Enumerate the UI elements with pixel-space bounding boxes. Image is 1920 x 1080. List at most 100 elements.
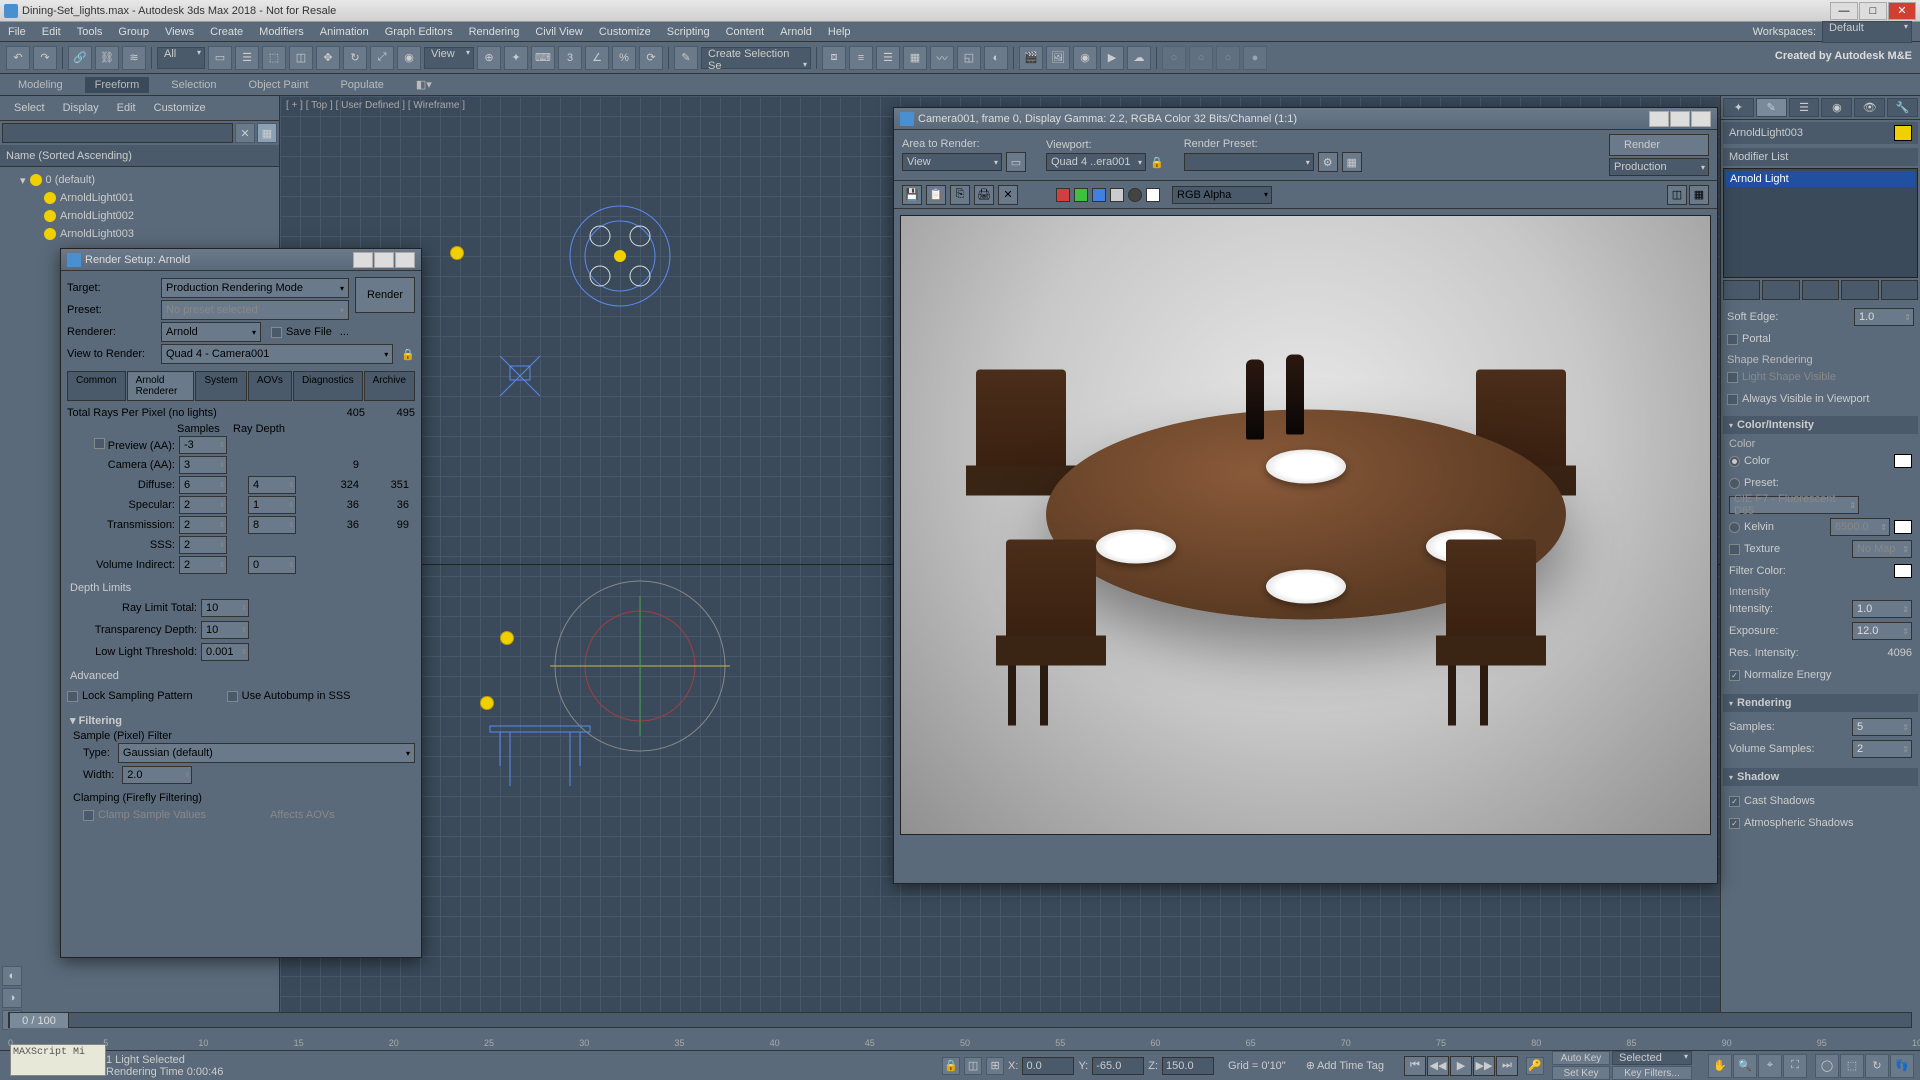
scene-tab-edit[interactable]: Edit [113,100,140,116]
diffuse-spinner[interactable]: 6 [179,476,227,494]
rendsetup-min[interactable]: — [353,252,373,268]
camera-spinner[interactable]: 3 [179,456,227,474]
clamp-check[interactable] [83,810,94,821]
light-gizmo[interactable] [500,631,514,645]
pin-stack[interactable] [1723,280,1760,300]
rpreset-ico2[interactable]: ▦ [1342,152,1362,172]
diffuse-depth[interactable]: 4 [248,476,296,494]
schematic-view[interactable]: ◱ [957,46,981,70]
tab-arnold[interactable]: Arnold Renderer [127,371,195,401]
chan-mono[interactable] [1128,188,1142,202]
goto-end[interactable]: ⏭ [1496,1056,1518,1076]
percent-snap[interactable]: % [612,46,636,70]
toggle-overlay-icon[interactable]: ▦ [1689,185,1709,205]
print-icon[interactable]: 🖨 [974,185,994,205]
select-object[interactable]: ▭ [208,46,232,70]
scene-ico-1[interactable]: ◐ [2,966,22,986]
activeshade[interactable]: ◉ [1073,46,1097,70]
ax-z[interactable]: ○ [1216,46,1240,70]
keyboard-button[interactable]: ⌨ [531,46,555,70]
bind-button[interactable]: ≋ [122,46,146,70]
kelvin-radio[interactable] [1729,522,1740,533]
savefile-check[interactable] [271,327,282,338]
nav-zoom[interactable]: 🔍 [1733,1054,1757,1078]
rotate-button[interactable]: ↻ [343,46,367,70]
redo-button[interactable]: ↷ [33,46,57,70]
tab-archive[interactable]: Archive [364,371,415,401]
rendsetup-titlebar[interactable]: Render Setup: Arnold — □ ✕ [61,249,421,271]
rollout-colorintensity[interactable]: Color/Intensity [1723,416,1918,434]
next-frame[interactable]: ▶▶ [1473,1056,1495,1076]
cmd-create[interactable]: ✦ [1723,98,1754,117]
light-gizmo[interactable] [480,696,494,710]
prev-frame[interactable]: ◀◀ [1427,1056,1449,1076]
renderwin-max[interactable]: □ [1670,111,1690,127]
atmosshadows-check[interactable] [1729,818,1740,829]
window-close[interactable]: ✕ [1888,2,1916,20]
spinner-snap[interactable]: ⟳ [639,46,663,70]
vp-top-label[interactable]: [ + ] [ Top ] [ User Defined ] [ Wirefra… [286,100,465,111]
chan-a[interactable] [1110,188,1124,202]
menu-group[interactable]: Group [118,26,149,38]
lightshape-check[interactable] [1727,372,1738,383]
samples-spinner[interactable]: 5 [1852,718,1912,736]
castshadows-check[interactable] [1729,796,1740,807]
cmd-modify[interactable]: ✎ [1756,98,1787,117]
ribbon-expand-icon[interactable]: ◧▾ [406,76,442,93]
cmd-display[interactable]: 👁 [1854,98,1885,117]
mirror-button[interactable]: ⧈ [822,46,846,70]
specular-depth[interactable]: 1 [248,496,296,514]
save-image-icon[interactable]: 💾 [902,185,922,205]
copy-image-icon[interactable]: 📋 [926,185,946,205]
renderer-dd[interactable]: Arnold [161,322,261,342]
selection-set[interactable]: Create Selection Se [701,47,811,69]
select-name[interactable]: ☰ [235,46,259,70]
rendsetup-close[interactable]: ✕ [395,252,415,268]
window-minimize[interactable]: — [1830,2,1858,20]
remove-mod[interactable] [1841,280,1878,300]
stack-item[interactable]: Arnold Light [1726,171,1915,187]
filter-swatch[interactable] [1894,564,1912,578]
cmd-utilities[interactable]: 🔧 [1887,98,1918,117]
cmd-motion[interactable]: ◉ [1821,98,1852,117]
menu-tools[interactable]: Tools [77,26,103,38]
filtertype-dd[interactable]: Gaussian (default) [118,743,415,763]
ribbon-populate[interactable]: Populate [330,77,393,93]
clone-image-icon[interactable]: ⎘ [950,185,970,205]
tree-root[interactable]: ▾ 0 (default) [6,171,273,189]
alwaysvis-check[interactable] [1727,394,1738,405]
ribbon-objectpaint[interactable]: Object Paint [239,77,319,93]
render-setup[interactable]: 🎬 [1019,46,1043,70]
preset-dd[interactable]: No preset selected [161,300,349,320]
curve-editor[interactable]: 〰 [930,46,954,70]
renderwin-titlebar[interactable]: Camera001, frame 0, Display Gamma: 2.2, … [894,108,1717,130]
render-prod[interactable]: ▶ [1100,46,1124,70]
locksamp-check[interactable] [67,691,78,702]
nav-maximize[interactable]: ⬚ [1840,1054,1864,1078]
time-slider[interactable]: 0 / 100 [8,1012,1912,1028]
renderwin-close[interactable]: ✕ [1691,111,1711,127]
angle-snap[interactable]: ∠ [585,46,609,70]
tab-common[interactable]: Common [67,371,126,401]
time-ruler[interactable]: 0510152025303540455055606570758085909510… [8,1028,1912,1048]
y-input[interactable]: -65.0 [1092,1057,1144,1075]
vp-front-table[interactable] [460,716,620,796]
ribbon-modeling[interactable]: Modeling [8,77,73,93]
move-button[interactable]: ✥ [316,46,340,70]
ax-x[interactable]: ○ [1162,46,1186,70]
chan-swatch[interactable] [1146,188,1160,202]
modifier-stack[interactable]: Arnold Light [1723,168,1918,278]
layers-button[interactable]: ☰ [876,46,900,70]
x-input[interactable]: 0.0 [1022,1057,1074,1075]
selection-filter[interactable]: All [157,47,205,69]
refcoord-select[interactable]: View [424,47,474,69]
autobump-check[interactable] [227,691,238,702]
workspace-select[interactable]: Default [1822,21,1912,43]
volsamples-spinner[interactable]: 2 [1852,740,1912,758]
specular-spinner[interactable]: 2 [179,496,227,514]
unlink-button[interactable]: ⛓ [95,46,119,70]
nav-walk[interactable]: 👣 [1890,1054,1914,1078]
tree-item[interactable]: ArnoldLight003 [6,225,273,243]
preset-radio[interactable] [1729,478,1740,489]
scene-filter-toggle[interactable]: ▦ [257,123,277,143]
